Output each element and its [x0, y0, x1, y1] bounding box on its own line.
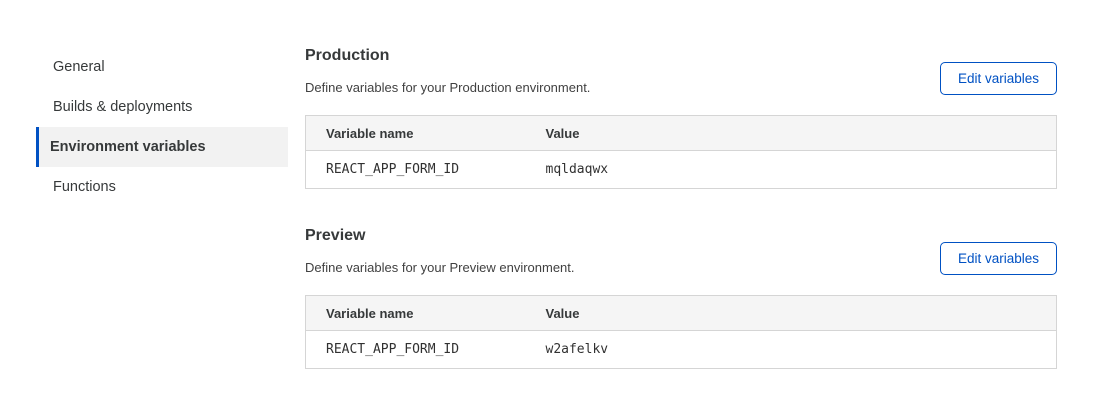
preview-section-header: Preview Define variables for your Previe… [305, 227, 1057, 275]
table-header-row: Variable name Value [306, 296, 1057, 331]
column-header-value: Value [526, 116, 1057, 151]
production-section-text: Production Define variables for your Pro… [305, 47, 590, 95]
preview-section-text: Preview Define variables for your Previe… [305, 227, 575, 275]
preview-section: Preview Define variables for your Previe… [305, 227, 1057, 369]
variable-value-cell: mqldaqwx [526, 151, 1057, 189]
sidebar-item-builds-deployments[interactable]: Builds & deployments [36, 87, 288, 127]
production-section-title: Production [305, 47, 590, 65]
production-section-description: Define variables for your Production env… [305, 80, 590, 95]
variable-name-cell: REACT_APP_FORM_ID [306, 331, 526, 369]
environment-variables-panel: Production Define variables for your Pro… [305, 47, 1057, 369]
variable-value-cell: w2afelkv [526, 331, 1057, 369]
sidebar-item-label: Builds & deployments [53, 99, 192, 115]
settings-page: General Builds & deployments Environment… [0, 0, 1100, 369]
variable-name-cell: REACT_APP_FORM_ID [306, 151, 526, 189]
sidebar-item-functions[interactable]: Functions [36, 167, 288, 207]
preview-section-title: Preview [305, 227, 575, 245]
production-variables-table: Variable name Value REACT_APP_FORM_ID mq… [305, 115, 1057, 189]
preview-variables-table: Variable name Value REACT_APP_FORM_ID w2… [305, 295, 1057, 369]
column-header-variable-name: Variable name [306, 296, 526, 331]
column-header-variable-name: Variable name [306, 116, 526, 151]
edit-variables-button-preview[interactable]: Edit variables [940, 242, 1057, 275]
production-section: Production Define variables for your Pro… [305, 47, 1057, 189]
preview-section-description: Define variables for your Preview enviro… [305, 260, 575, 275]
table-row: REACT_APP_FORM_ID mqldaqwx [306, 151, 1057, 189]
sidebar-item-general[interactable]: General [36, 47, 288, 87]
sidebar-item-label: Functions [53, 179, 116, 195]
table-row: REACT_APP_FORM_ID w2afelkv [306, 331, 1057, 369]
sidebar-item-environment-variables[interactable]: Environment variables [36, 127, 288, 167]
settings-sidebar: General Builds & deployments Environment… [0, 47, 288, 207]
sidebar-item-label: Environment variables [50, 139, 206, 155]
edit-variables-button-production[interactable]: Edit variables [940, 62, 1057, 95]
sidebar-item-label: General [53, 59, 105, 75]
table-header-row: Variable name Value [306, 116, 1057, 151]
column-header-value: Value [526, 296, 1057, 331]
production-section-header: Production Define variables for your Pro… [305, 47, 1057, 95]
